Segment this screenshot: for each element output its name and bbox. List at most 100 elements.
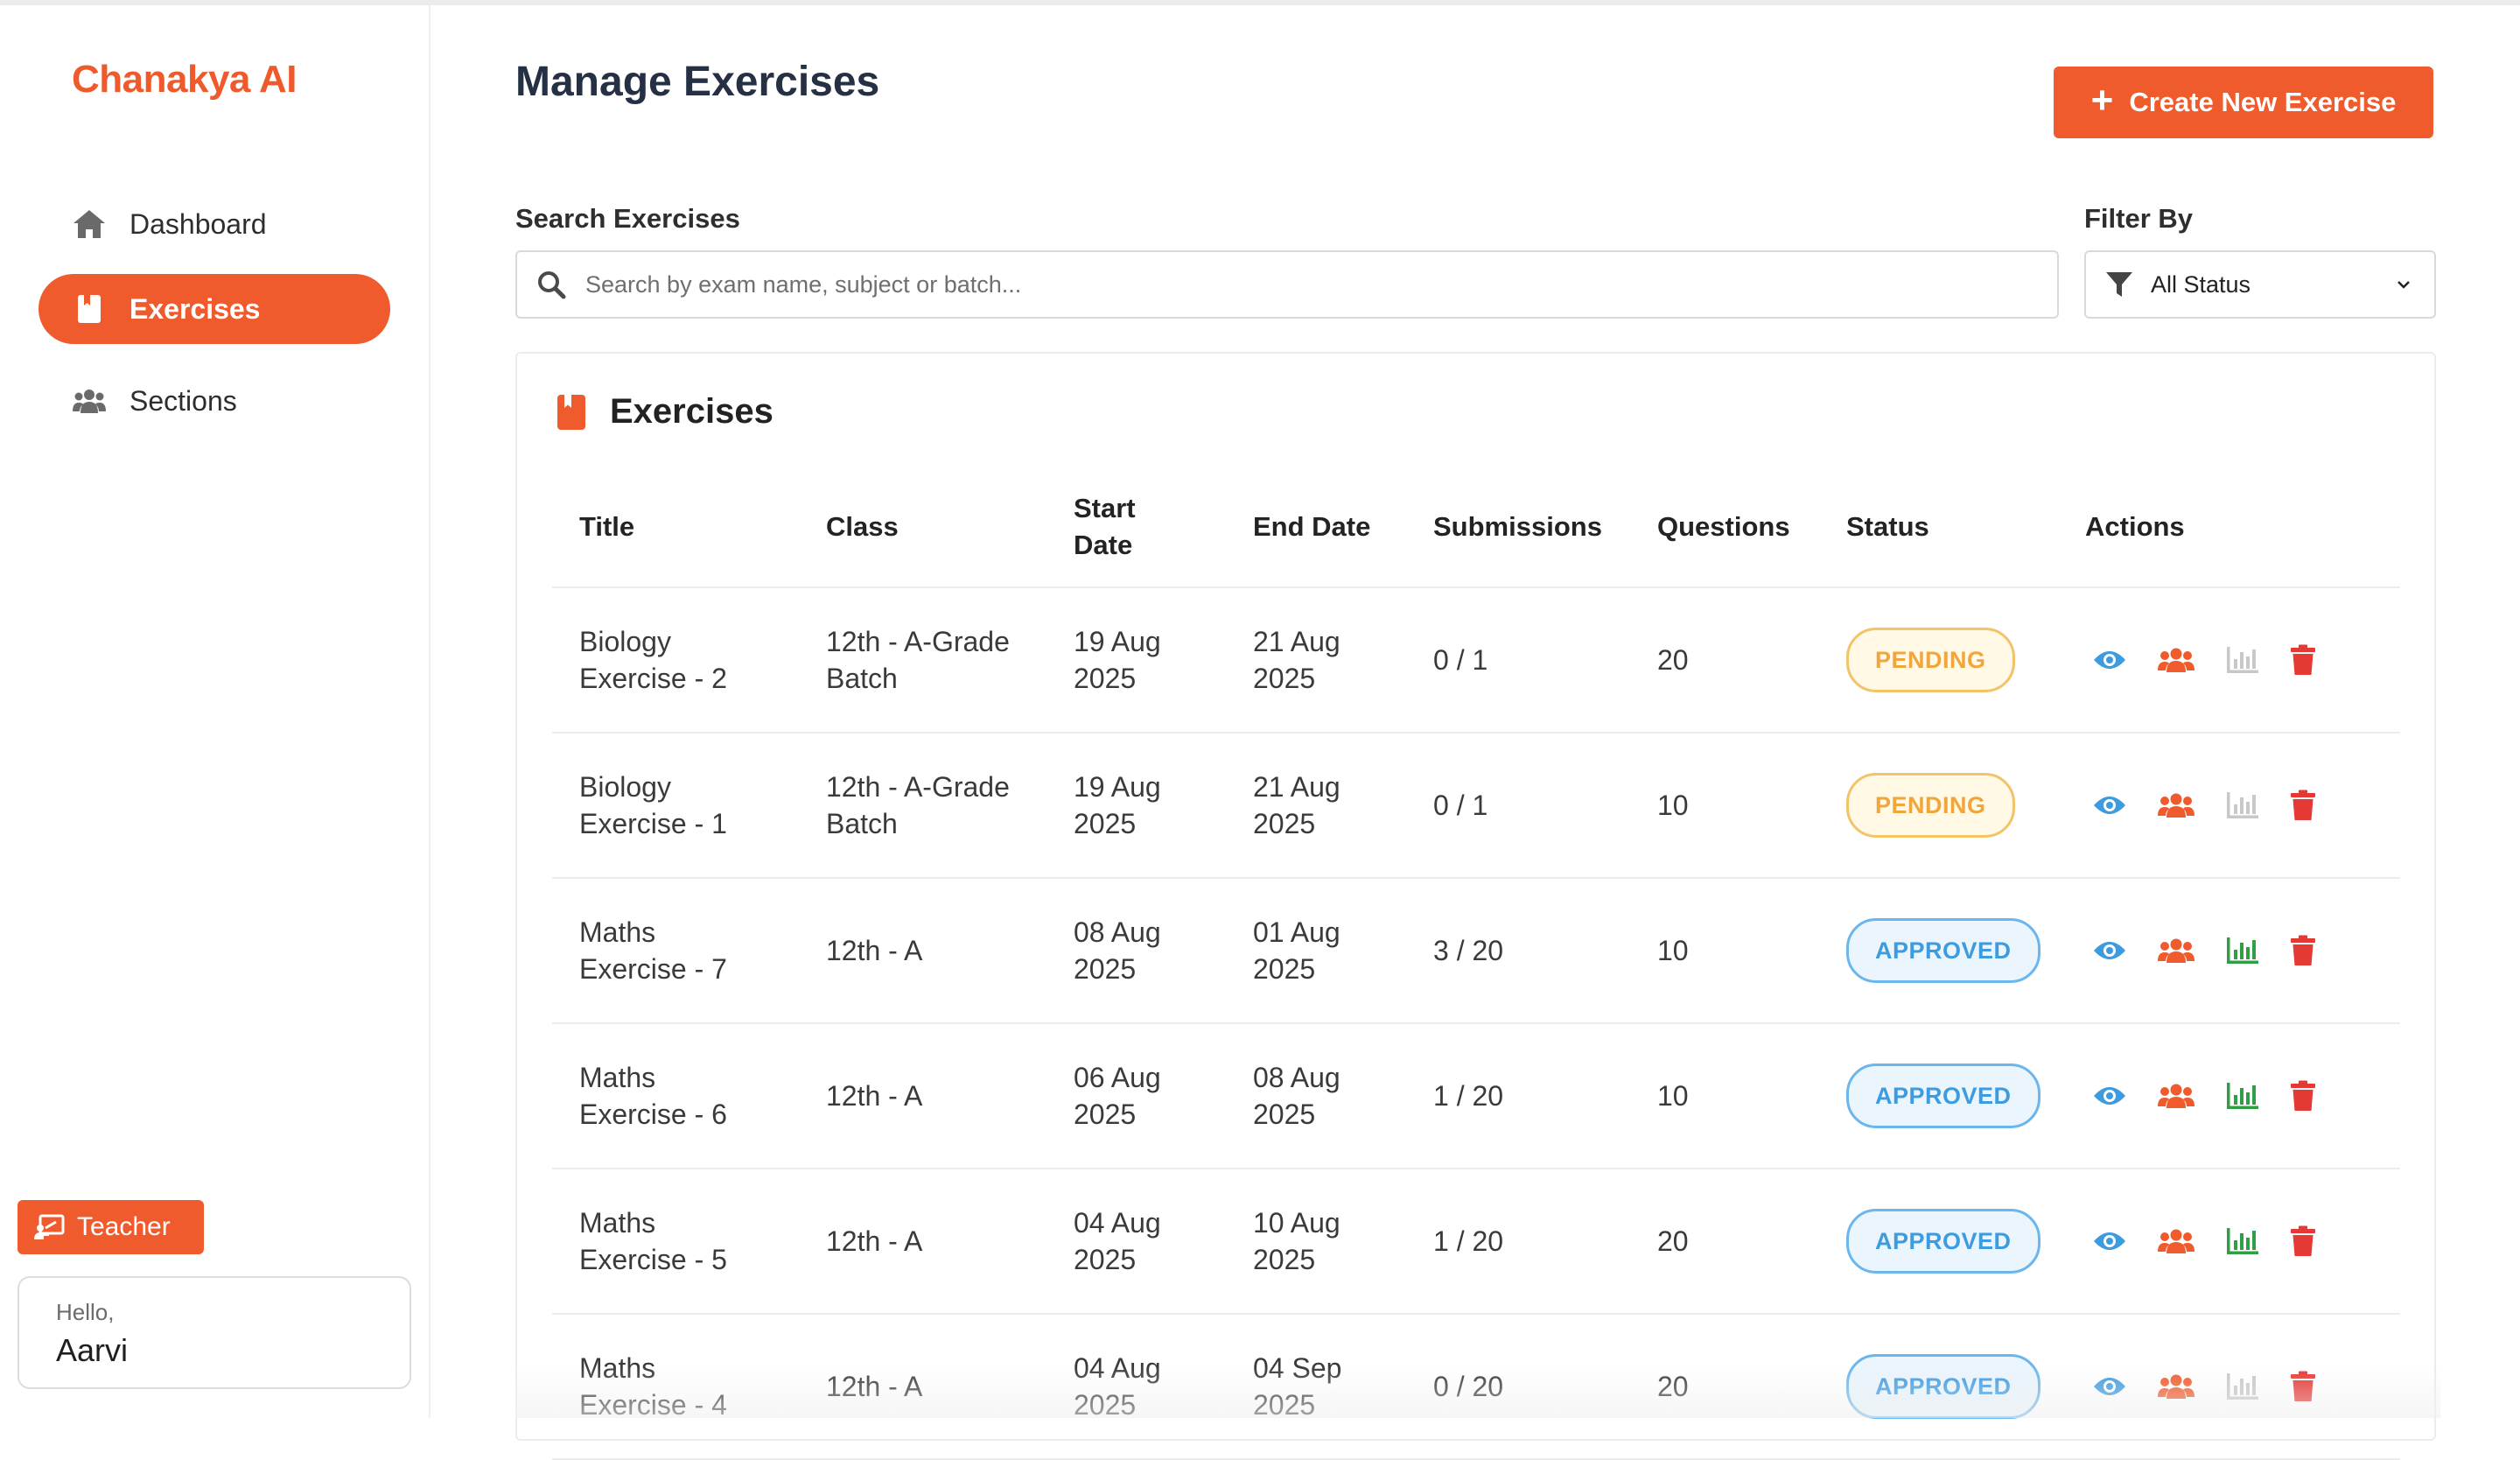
table-row: Maths Exercise - 7 12th - A 08 Aug 2025 … — [552, 878, 2400, 1024]
view-icon[interactable] — [2092, 1229, 2127, 1253]
exercise-actions — [2058, 733, 2400, 879]
start-date-header-text: Start Date — [1074, 493, 1136, 560]
chevron-down-icon — [2396, 279, 2412, 290]
exercise-status: PENDING — [1819, 587, 2058, 734]
search-input[interactable] — [584, 270, 1987, 299]
start-date-text: 04 Aug 2025 — [1074, 1352, 1161, 1421]
analytics-icon[interactable] — [2225, 1372, 2260, 1401]
end-date-text: 08 Aug 2025 — [1253, 1062, 1340, 1130]
view-icon[interactable] — [2092, 1084, 2127, 1108]
analytics-icon[interactable] — [2225, 1081, 2260, 1111]
exercise-title[interactable]: Biology Exercise - 2 — [552, 587, 799, 734]
end-date-text: 01 Aug 2025 — [1253, 916, 1340, 985]
delete-icon[interactable] — [2290, 935, 2316, 966]
status-badge: APPROVED — [1846, 918, 2040, 983]
column-header-title: Title — [552, 467, 799, 588]
exercise-end-date: 08 Aug 2025 — [1226, 1023, 1406, 1169]
exercise-class-text: 12th - A-Grade Batch — [826, 626, 1010, 694]
exercise-questions: 20 — [1630, 1314, 1819, 1460]
book-icon — [70, 290, 108, 328]
view-icon[interactable] — [2092, 1374, 2127, 1399]
exercise-submissions: 0 / 20 — [1406, 1314, 1630, 1460]
exercise-class: 12th - A-Grade Batch — [799, 587, 1046, 734]
delete-icon[interactable] — [2290, 790, 2316, 821]
filter-selected-value: All Status — [2151, 270, 2251, 298]
delete-icon[interactable] — [2290, 1080, 2316, 1112]
status-badge: PENDING — [1846, 773, 2015, 838]
analytics-icon[interactable] — [2225, 936, 2260, 965]
exercise-end-date: 10 Aug 2025 — [1226, 1169, 1406, 1315]
exercise-class: 12th - A — [799, 1169, 1046, 1315]
exercise-start-date: 06 Aug 2025 — [1046, 1023, 1226, 1169]
exercise-actions — [2058, 878, 2400, 1024]
exercise-title[interactable]: Maths Exercise - 7 — [552, 878, 799, 1024]
table-row: Maths Exercise - 5 12th - A 04 Aug 2025 … — [552, 1169, 2400, 1315]
view-icon[interactable] — [2092, 648, 2127, 672]
analytics-icon[interactable] — [2225, 645, 2260, 675]
students-icon[interactable] — [2157, 1372, 2195, 1400]
user-card[interactable]: Hello, Aarvi — [18, 1276, 411, 1389]
exercise-questions: 20 — [1630, 587, 1819, 734]
students-icon[interactable] — [2157, 937, 2195, 965]
app-logo[interactable]: Chanakya AI — [72, 58, 297, 102]
exercise-title[interactable]: Maths Exercise - 5 — [552, 1169, 799, 1315]
students-icon[interactable] — [2157, 1082, 2195, 1110]
column-header-start-date: Start Date — [1046, 467, 1226, 588]
start-date-text: 06 Aug 2025 — [1074, 1062, 1161, 1130]
exercise-questions: 20 — [1630, 1169, 1819, 1315]
end-date-text: 21 Aug 2025 — [1253, 626, 1340, 694]
exercise-title-text: Biology Exercise - 1 — [579, 771, 727, 839]
create-new-exercise-button[interactable]: + Create New Exercise — [2054, 67, 2433, 138]
search-label: Search Exercises — [515, 203, 740, 234]
exercise-class: 12th - A-Grade Batch — [799, 733, 1046, 879]
exercise-title[interactable]: Maths Exercise - 4 — [552, 1314, 799, 1460]
exercise-end-date: 04 Sep 2025 — [1226, 1314, 1406, 1460]
column-header-class: Class — [799, 467, 1046, 588]
exercise-actions — [2058, 1314, 2400, 1460]
exercise-title[interactable]: Maths Exercise - 6 — [552, 1023, 799, 1169]
table-row: Biology Exercise - 2 12th - A-Grade Batc… — [552, 587, 2400, 734]
home-icon — [70, 205, 108, 243]
exercise-title[interactable]: Biology Exercise - 1 — [552, 733, 799, 879]
column-header-status: Status — [1819, 467, 2058, 588]
delete-icon[interactable] — [2290, 644, 2316, 676]
search-box[interactable] — [515, 250, 2059, 319]
exercise-title-text: Maths Exercise - 7 — [579, 916, 727, 985]
exercise-start-date: 19 Aug 2025 — [1046, 587, 1226, 734]
status-badge: APPROVED — [1846, 1209, 2040, 1274]
exercise-status: APPROVED — [1819, 878, 2058, 1024]
students-icon[interactable] — [2157, 646, 2195, 674]
sidebar-item-sections[interactable]: Sections — [38, 366, 390, 436]
delete-icon[interactable] — [2290, 1371, 2316, 1402]
exercise-title-text: Maths Exercise - 6 — [579, 1062, 727, 1130]
delete-icon[interactable] — [2290, 1225, 2316, 1257]
exercise-start-date: 04 Aug 2025 — [1046, 1169, 1226, 1315]
students-icon[interactable] — [2157, 791, 2195, 819]
role-badge-label: Teacher — [77, 1212, 171, 1241]
status-filter-select[interactable]: All Status — [2084, 250, 2436, 319]
end-date-text: 04 Sep 2025 — [1253, 1352, 1342, 1421]
analytics-icon[interactable] — [2225, 790, 2260, 820]
column-header-questions: Questions — [1630, 467, 1819, 588]
students-icon[interactable] — [2157, 1227, 2195, 1255]
exercise-title-text: Maths Exercise - 4 — [579, 1352, 727, 1421]
role-badge[interactable]: Teacher — [18, 1200, 204, 1254]
view-icon[interactable] — [2092, 938, 2127, 963]
exercise-submissions: 3 / 20 — [1406, 878, 1630, 1024]
exercise-title-text: Biology Exercise - 2 — [579, 626, 727, 694]
view-icon[interactable] — [2092, 793, 2127, 818]
sidebar-item-dashboard[interactable]: Dashboard — [38, 189, 390, 259]
sidebar-item-exercises[interactable]: Exercises — [38, 274, 390, 344]
exercise-end-date: 01 Aug 2025 — [1226, 878, 1406, 1024]
exercise-end-date: 21 Aug 2025 — [1226, 733, 1406, 879]
exercise-actions — [2058, 1169, 2400, 1315]
exercise-class-text: 12th - A — [826, 935, 923, 966]
analytics-icon[interactable] — [2225, 1226, 2260, 1256]
exercise-status: APPROVED — [1819, 1023, 2058, 1169]
table-row: Maths Exercise - 4 12th - A 04 Aug 2025 … — [552, 1314, 2400, 1460]
exercise-actions — [2058, 587, 2400, 734]
sidebar-item-label: Sections — [130, 384, 237, 417]
table-row: Maths Exercise - 6 12th - A 06 Aug 2025 … — [552, 1023, 2400, 1169]
status-badge: PENDING — [1846, 628, 2015, 692]
exercise-title-text: Maths Exercise - 5 — [579, 1207, 727, 1275]
